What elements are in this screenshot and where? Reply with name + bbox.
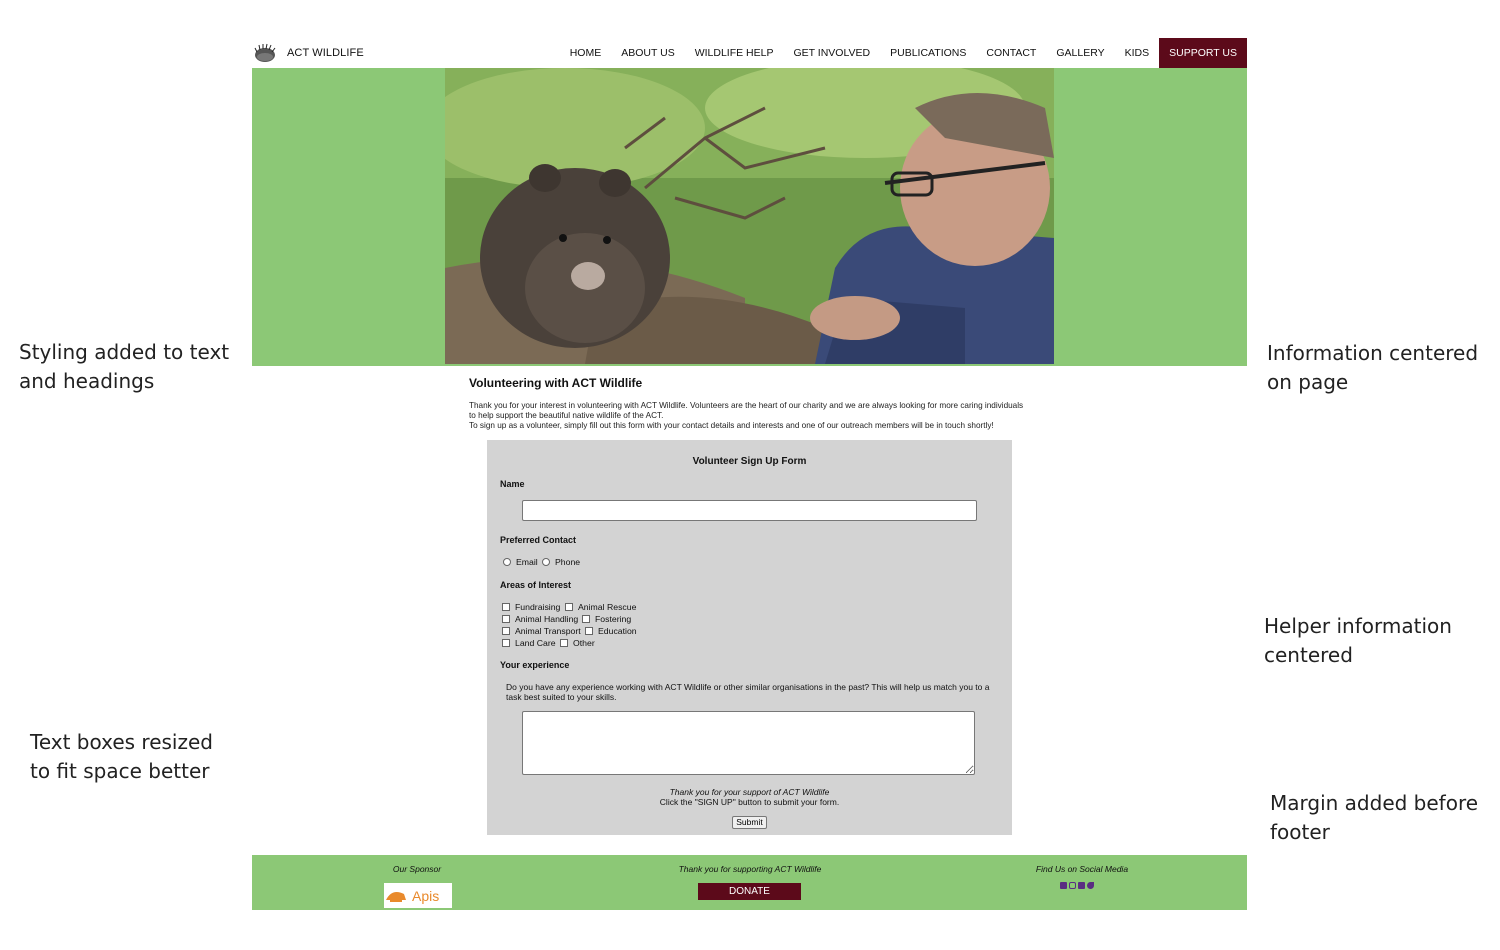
phone-radio-label: Phone: [555, 557, 581, 567]
animal-transport-checkbox[interactable]: [502, 627, 510, 635]
footer-thanks-heading: Thank you for supporting ACT Wildlife: [678, 864, 822, 874]
website: ACT WILDLIFE HOME ABOUT US WILDLIFE HELP…: [252, 38, 1247, 366]
contact-phone-option[interactable]: Phone: [542, 557, 580, 567]
interest-animal-handling[interactable]: Animal Handling: [502, 614, 578, 624]
submit-button[interactable]: Submit: [732, 816, 767, 829]
name-label: Name: [500, 479, 525, 489]
animal-transport-label: Animal Transport: [515, 626, 581, 636]
twitter-icon[interactable]: [1087, 882, 1094, 889]
fundraising-checkbox[interactable]: [502, 603, 510, 611]
interest-animal-rescue[interactable]: Animal Rescue: [565, 602, 636, 612]
annotation-margin: Margin added before footer: [1270, 791, 1479, 844]
echidna-logo-icon[interactable]: [254, 42, 276, 64]
main-nav: HOME ABOUT US WILDLIFE HELP GET INVOLVED…: [560, 38, 1247, 68]
form-thanks: Thank you for your support of ACT Wildli…: [487, 787, 1012, 807]
contact-email-option[interactable]: Email: [503, 557, 538, 567]
interest-other[interactable]: Other: [560, 638, 595, 648]
nav-get-involved[interactable]: GET INVOLVED: [783, 38, 880, 68]
animal-rescue-checkbox[interactable]: [565, 603, 573, 611]
hero-wombat-photo: [445, 68, 1054, 364]
form-thanks-line: Thank you for your support of ACT Wildli…: [669, 787, 830, 797]
nav-support-us[interactable]: SUPPORT US: [1159, 38, 1247, 68]
form-title: Volunteer Sign Up Form: [692, 456, 807, 467]
navbar: ACT WILDLIFE HOME ABOUT US WILDLIFE HELP…: [252, 38, 1247, 68]
social-links: [1060, 882, 1094, 889]
experience-help-text: Do you have any experience working with …: [506, 682, 990, 702]
nav-wildlife-help[interactable]: WILDLIFE HELP: [685, 38, 784, 68]
site-brand[interactable]: ACT WILDLIFE: [287, 47, 364, 59]
animal-handling-checkbox[interactable]: [502, 615, 510, 623]
nav-about-us[interactable]: ABOUT US: [611, 38, 684, 68]
experience-textarea[interactable]: [522, 711, 975, 775]
footer: Our Sponsor Apis Thank you for supportin…: [252, 855, 1247, 910]
interest-fundraising[interactable]: Fundraising: [502, 602, 560, 612]
sponsor-logo[interactable]: Apis: [384, 883, 452, 908]
fundraising-label: Fundraising: [515, 602, 561, 612]
email-radio-label: Email: [516, 557, 538, 567]
interest-land-care[interactable]: Land Care: [502, 638, 556, 648]
education-checkbox[interactable]: [585, 627, 593, 635]
name-input[interactable]: [522, 500, 977, 521]
interest-fostering[interactable]: Fostering: [582, 614, 631, 624]
sponsor-name: Apis: [412, 887, 440, 904]
phone-radio[interactable]: [542, 558, 550, 566]
interest-label: Areas of Interest: [500, 580, 572, 590]
form-submit-hint: Click the "SIGN UP" button to submit you…: [659, 797, 840, 807]
annotation-centered: Information centered on page: [1267, 341, 1479, 394]
interest-animal-transport[interactable]: Animal Transport: [502, 626, 581, 636]
interest-education[interactable]: Education: [585, 626, 637, 636]
other-checkbox[interactable]: [560, 639, 568, 647]
nav-kids[interactable]: KIDS: [1115, 38, 1160, 68]
footer-social-heading: Find Us on Social Media: [1035, 864, 1129, 874]
education-label: Education: [598, 626, 637, 636]
footer-sponsor-heading: Our Sponsor: [392, 864, 442, 874]
email-radio[interactable]: [503, 558, 511, 566]
apis-bee-icon: [386, 891, 406, 902]
donate-button[interactable]: DONATE: [698, 883, 801, 900]
hero-banner: [252, 68, 1247, 366]
experience-label: Your experience: [500, 660, 570, 670]
fostering-checkbox[interactable]: [582, 615, 590, 623]
page-title: Volunteering with ACT Wildlife: [469, 376, 643, 390]
nav-contact[interactable]: CONTACT: [976, 38, 1046, 68]
intro-instructions: To sign up as a volunteer, simply fill o…: [469, 421, 994, 430]
land-care-label: Land Care: [515, 638, 556, 648]
nav-home[interactable]: HOME: [560, 38, 612, 68]
contact-label: Preferred Contact: [500, 535, 577, 545]
intro-section: Volunteering with ACT Wildlife Thank you…: [469, 376, 1039, 431]
animal-handling-label: Animal Handling: [515, 614, 579, 624]
other-label: Other: [573, 638, 595, 648]
volunteer-form: Volunteer Sign Up Form Name Preferred Co…: [487, 440, 1012, 835]
nav-gallery[interactable]: GALLERY: [1046, 38, 1114, 68]
intro-paragraph: Thank you for your interest in volunteer…: [469, 401, 1024, 420]
annotation-textboxes: Text boxes resized to fit space better: [30, 730, 213, 783]
animal-rescue-label: Animal Rescue: [578, 602, 637, 612]
instagram-icon[interactable]: [1069, 882, 1076, 889]
facebook-icon[interactable]: [1060, 882, 1067, 889]
annotation-styling: Styling added to text and headings: [19, 340, 230, 393]
fostering-label: Fostering: [595, 614, 632, 624]
youtube-icon[interactable]: [1078, 882, 1085, 889]
land-care-checkbox[interactable]: [502, 639, 510, 647]
nav-publications[interactable]: PUBLICATIONS: [880, 38, 976, 68]
annotation-helper: Helper information centered: [1264, 614, 1452, 667]
